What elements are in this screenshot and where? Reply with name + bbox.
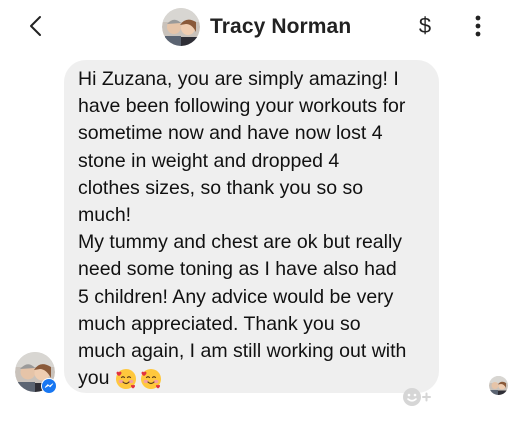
add-reaction-button[interactable] bbox=[401, 385, 439, 409]
sender-avatar[interactable] bbox=[15, 352, 57, 394]
message-line: sometime now and have now lost 4 bbox=[78, 122, 383, 145]
message-line: clothes sizes, so thank you so so bbox=[78, 176, 364, 199]
back-button[interactable] bbox=[22, 12, 50, 40]
payment-button[interactable]: $ bbox=[412, 11, 438, 41]
messenger-icon bbox=[42, 379, 56, 393]
message-line: much again, I am still working out with bbox=[78, 340, 407, 363]
message-line: have been following your workouts for bbox=[78, 95, 406, 118]
vertical-ellipsis-icon bbox=[475, 15, 481, 37]
dollar-icon: $ bbox=[418, 13, 432, 38]
smiling-face-with-hearts-emoji bbox=[141, 369, 162, 390]
message-line: My tummy and chest are ok but really bbox=[78, 231, 403, 254]
conversation-header: Tracy Norman $ bbox=[0, 0, 514, 52]
message-line: 5 children! Any advice would be very bbox=[78, 285, 394, 308]
add-reaction-icon bbox=[403, 388, 431, 406]
message-line: much appreciated. Thank you so bbox=[78, 312, 361, 335]
message-last-line: you bbox=[78, 365, 429, 392]
chevron-left-icon bbox=[30, 16, 41, 36]
contact-name: Tracy Norman bbox=[210, 15, 352, 38]
message-line: Hi Zuzana, you are simply amazing! I bbox=[78, 68, 399, 90]
more-options-button[interactable] bbox=[466, 11, 490, 41]
message-line: much! bbox=[78, 204, 132, 227]
contact-avatar bbox=[162, 8, 200, 46]
message-line: stone in weight and dropped 4 bbox=[78, 149, 340, 172]
smiling-face-with-hearts-emoji bbox=[116, 369, 137, 390]
message-bubble[interactable]: Hi Zuzana, you are simply amazing! I hav… bbox=[64, 60, 439, 393]
seen-receipt-avatar bbox=[489, 376, 508, 395]
messenger-badge bbox=[41, 378, 57, 394]
message-line: need some toning as I have also had bbox=[78, 258, 397, 281]
message-line: you bbox=[78, 367, 110, 390]
emoji-group bbox=[115, 368, 162, 390]
contact-profile[interactable]: Tracy Norman bbox=[162, 7, 351, 47]
